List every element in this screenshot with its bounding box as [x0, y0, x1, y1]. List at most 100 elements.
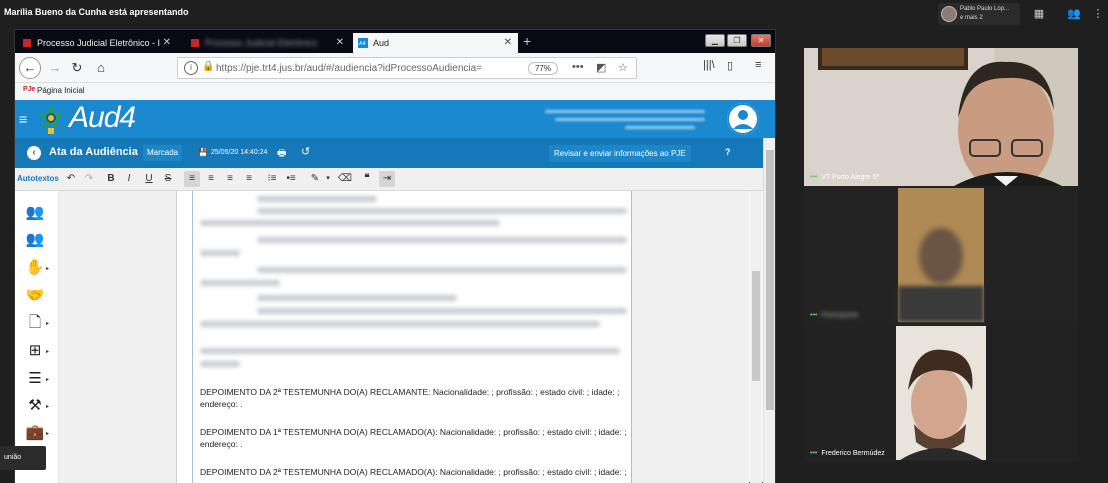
url-bar[interactable]: i 🔒 https://pje.trt4.jus.br/aud/#/audien… — [177, 57, 637, 79]
new-tab-icon[interactable]: + — [523, 33, 531, 49]
blurred-text — [200, 280, 280, 286]
video-feed — [804, 186, 1078, 324]
tab-aud[interactable]: A4 Aud ✕ — [353, 33, 518, 53]
align-center-icon[interactable]: ≡ — [203, 171, 219, 187]
caret-right-icon[interactable]: ▸ — [46, 403, 49, 410]
maximize-icon[interactable]: ❐ — [727, 34, 747, 47]
indent-icon[interactable]: ⇥ — [379, 171, 395, 187]
tab-pje-2[interactable]: Processo Judicial Eletrônico ✕ — [185, 33, 350, 53]
tooltip-text: união — [4, 454, 22, 461]
library-icon[interactable]: |||\ — [703, 59, 715, 71]
eraser-icon[interactable]: ⌫ — [337, 171, 353, 187]
caret-right-icon[interactable]: ▸ — [46, 430, 49, 437]
app-logo: Aud4 — [69, 101, 136, 134]
bullet-list-icon[interactable]: •≡ — [283, 171, 299, 187]
document-icon[interactable]: 🗋 — [23, 313, 47, 333]
revisar-enviar-button[interactable]: Revisar e enviar informações ao PJE — [549, 145, 691, 162]
briefcase-icon[interactable]: 💼 — [23, 423, 47, 443]
close-icon[interactable]: ✕ — [336, 37, 344, 48]
video-tile-frederico-bermudez[interactable]: ••• Frederico Bermúdez — [804, 324, 1078, 462]
close-icon[interactable]: ✕ — [504, 37, 512, 48]
video-label-text: Participante — [821, 312, 859, 319]
caret-right-icon[interactable]: ▸ — [46, 348, 49, 355]
bold-icon[interactable]: B — [103, 171, 119, 187]
undo-icon[interactable]: ↶ — [63, 171, 79, 187]
align-justify-icon[interactable]: ≡ — [241, 171, 257, 187]
pocket-icon[interactable]: ◩ — [596, 61, 606, 74]
scrollbar-thumb[interactable] — [752, 271, 760, 381]
hamburger-menu-icon[interactable]: ≡ — [19, 111, 27, 127]
save-icon[interactable]: 💾 — [198, 148, 208, 157]
gavel-icon[interactable]: ⚒ — [23, 396, 47, 416]
strikethrough-icon[interactable]: S — [160, 171, 176, 187]
align-left-icon[interactable]: ≡ — [184, 171, 200, 187]
close-icon[interactable]: ✕ — [163, 37, 171, 48]
document-page[interactable]: DEPOIMENTO DA 2ª TESTEMUNHA DO(A) RECLAM… — [176, 191, 632, 483]
underline-icon[interactable]: U — [141, 171, 157, 187]
list-icon[interactable]: ☰ — [23, 369, 47, 389]
video-feed — [804, 48, 1078, 186]
people-icon[interactable]: 👥 — [1066, 6, 1082, 22]
redo-icon[interactable]: ↷ — [81, 171, 97, 187]
print-icon[interactable]: 🖶 — [277, 146, 286, 163]
menu-icon[interactable]: ≡ — [755, 59, 761, 71]
caret-right-icon[interactable]: ▸ — [46, 320, 49, 327]
sidebar-icon[interactable]: ▯ — [727, 59, 733, 72]
status-badge: Marcada — [143, 145, 183, 161]
video-label: ••• VT Porto Alegre 5ª — [810, 174, 879, 181]
window-close-icon[interactable]: ✕ — [751, 34, 771, 47]
reload-icon[interactable]: ↻ — [67, 58, 87, 78]
caret-right-icon[interactable]: ▸ — [46, 376, 49, 383]
scrollbar-thumb[interactable] — [766, 150, 774, 410]
help-icon[interactable]: ? — [725, 147, 731, 157]
tab-label: Processo Judicial Eletrônico — [205, 38, 318, 48]
browser-window: Processo Judicial Eletrônico - I ✕ Proce… — [14, 29, 776, 483]
participants-chip[interactable]: Pablo Paulo Lop... e mais 2 — [938, 3, 1020, 25]
italic-icon[interactable]: I — [121, 171, 137, 187]
user-avatar-icon[interactable] — [727, 103, 759, 135]
home-icon[interactable]: ⌂ — [91, 58, 111, 78]
video-tile-participant[interactable]: ••• Participante — [804, 186, 1078, 324]
video-feed — [804, 324, 1078, 462]
app-header: ≡ Aud4 — [15, 100, 775, 138]
caret-right-icon[interactable]: ▸ — [46, 265, 49, 272]
doc-paragraph: DEPOIMENTO DA 1ª TESTEMUNHA DO(A) RECLAM… — [200, 427, 627, 437]
video-label: ••• Participante — [810, 312, 858, 319]
tab-pje-1[interactable]: Processo Judicial Eletrônico - I ✕ — [17, 33, 177, 53]
partes-orange-icon[interactable]: 👥 — [23, 230, 47, 250]
page-scrollbar[interactable] — [763, 138, 775, 483]
forward-icon[interactable]: → — [45, 58, 65, 78]
hand-icon[interactable]: ✋ — [23, 258, 47, 278]
bookmarks-bar: PJe Página Inicial — [15, 83, 775, 100]
partes-green-icon[interactable]: 👥 — [23, 203, 47, 223]
align-right-icon[interactable]: ≡ — [222, 171, 238, 187]
avatar — [941, 6, 957, 22]
minimize-icon[interactable]: ▁ — [705, 34, 725, 47]
grid-view-icon[interactable]: ▦ — [1031, 6, 1047, 22]
zoom-badge[interactable]: 77% — [528, 62, 558, 75]
url-text[interactable]: https://pje.trt4.jus.br/aud/#/audiencia?… — [216, 63, 516, 74]
back-icon[interactable]: ← — [19, 57, 41, 79]
tab-label: Aud — [373, 38, 390, 48]
video-tile-vt-porto-alegre[interactable]: ••• VT Porto Alegre 5ª — [804, 48, 1078, 186]
doc-paragraph: DEPOIMENTO DA 2ª TESTEMUNHA DO(A) RECLAM… — [200, 387, 620, 397]
video-label-text: VT Porto Alegre 5ª — [821, 174, 880, 181]
editor-toolbar: Autotextos ↶ ↷ B I U S ≡ ≡ ≡ ≡ ⁝≡ •≡ ✎ ▾… — [15, 168, 775, 191]
document-scrollbar[interactable] — [750, 191, 762, 483]
medical-kit-icon[interactable]: ⊞ — [23, 341, 47, 361]
info-icon[interactable]: i — [184, 61, 198, 75]
blurred-text — [257, 267, 627, 273]
autotextos-button[interactable]: Autotextos — [17, 174, 59, 183]
pje-bookmark-icon: PJe — [23, 86, 36, 93]
handshake-icon[interactable]: 🤝 — [23, 286, 47, 306]
more-icon[interactable]: ••• — [572, 61, 584, 73]
star-icon[interactable]: ☆ — [618, 61, 628, 74]
blurred-text — [257, 196, 377, 202]
ordered-list-icon[interactable]: ⁝≡ — [264, 171, 280, 187]
bookmark-pagina-inicial[interactable]: Página Inicial — [37, 86, 85, 95]
settings-icon[interactable]: ⋮ — [1090, 6, 1106, 22]
history-icon[interactable]: ↺ — [301, 145, 310, 158]
quote-icon[interactable]: ❝ — [359, 171, 375, 187]
chevron-down-icon[interactable]: ▾ — [320, 171, 336, 187]
back-arrow-icon[interactable]: ‹ — [27, 146, 41, 160]
